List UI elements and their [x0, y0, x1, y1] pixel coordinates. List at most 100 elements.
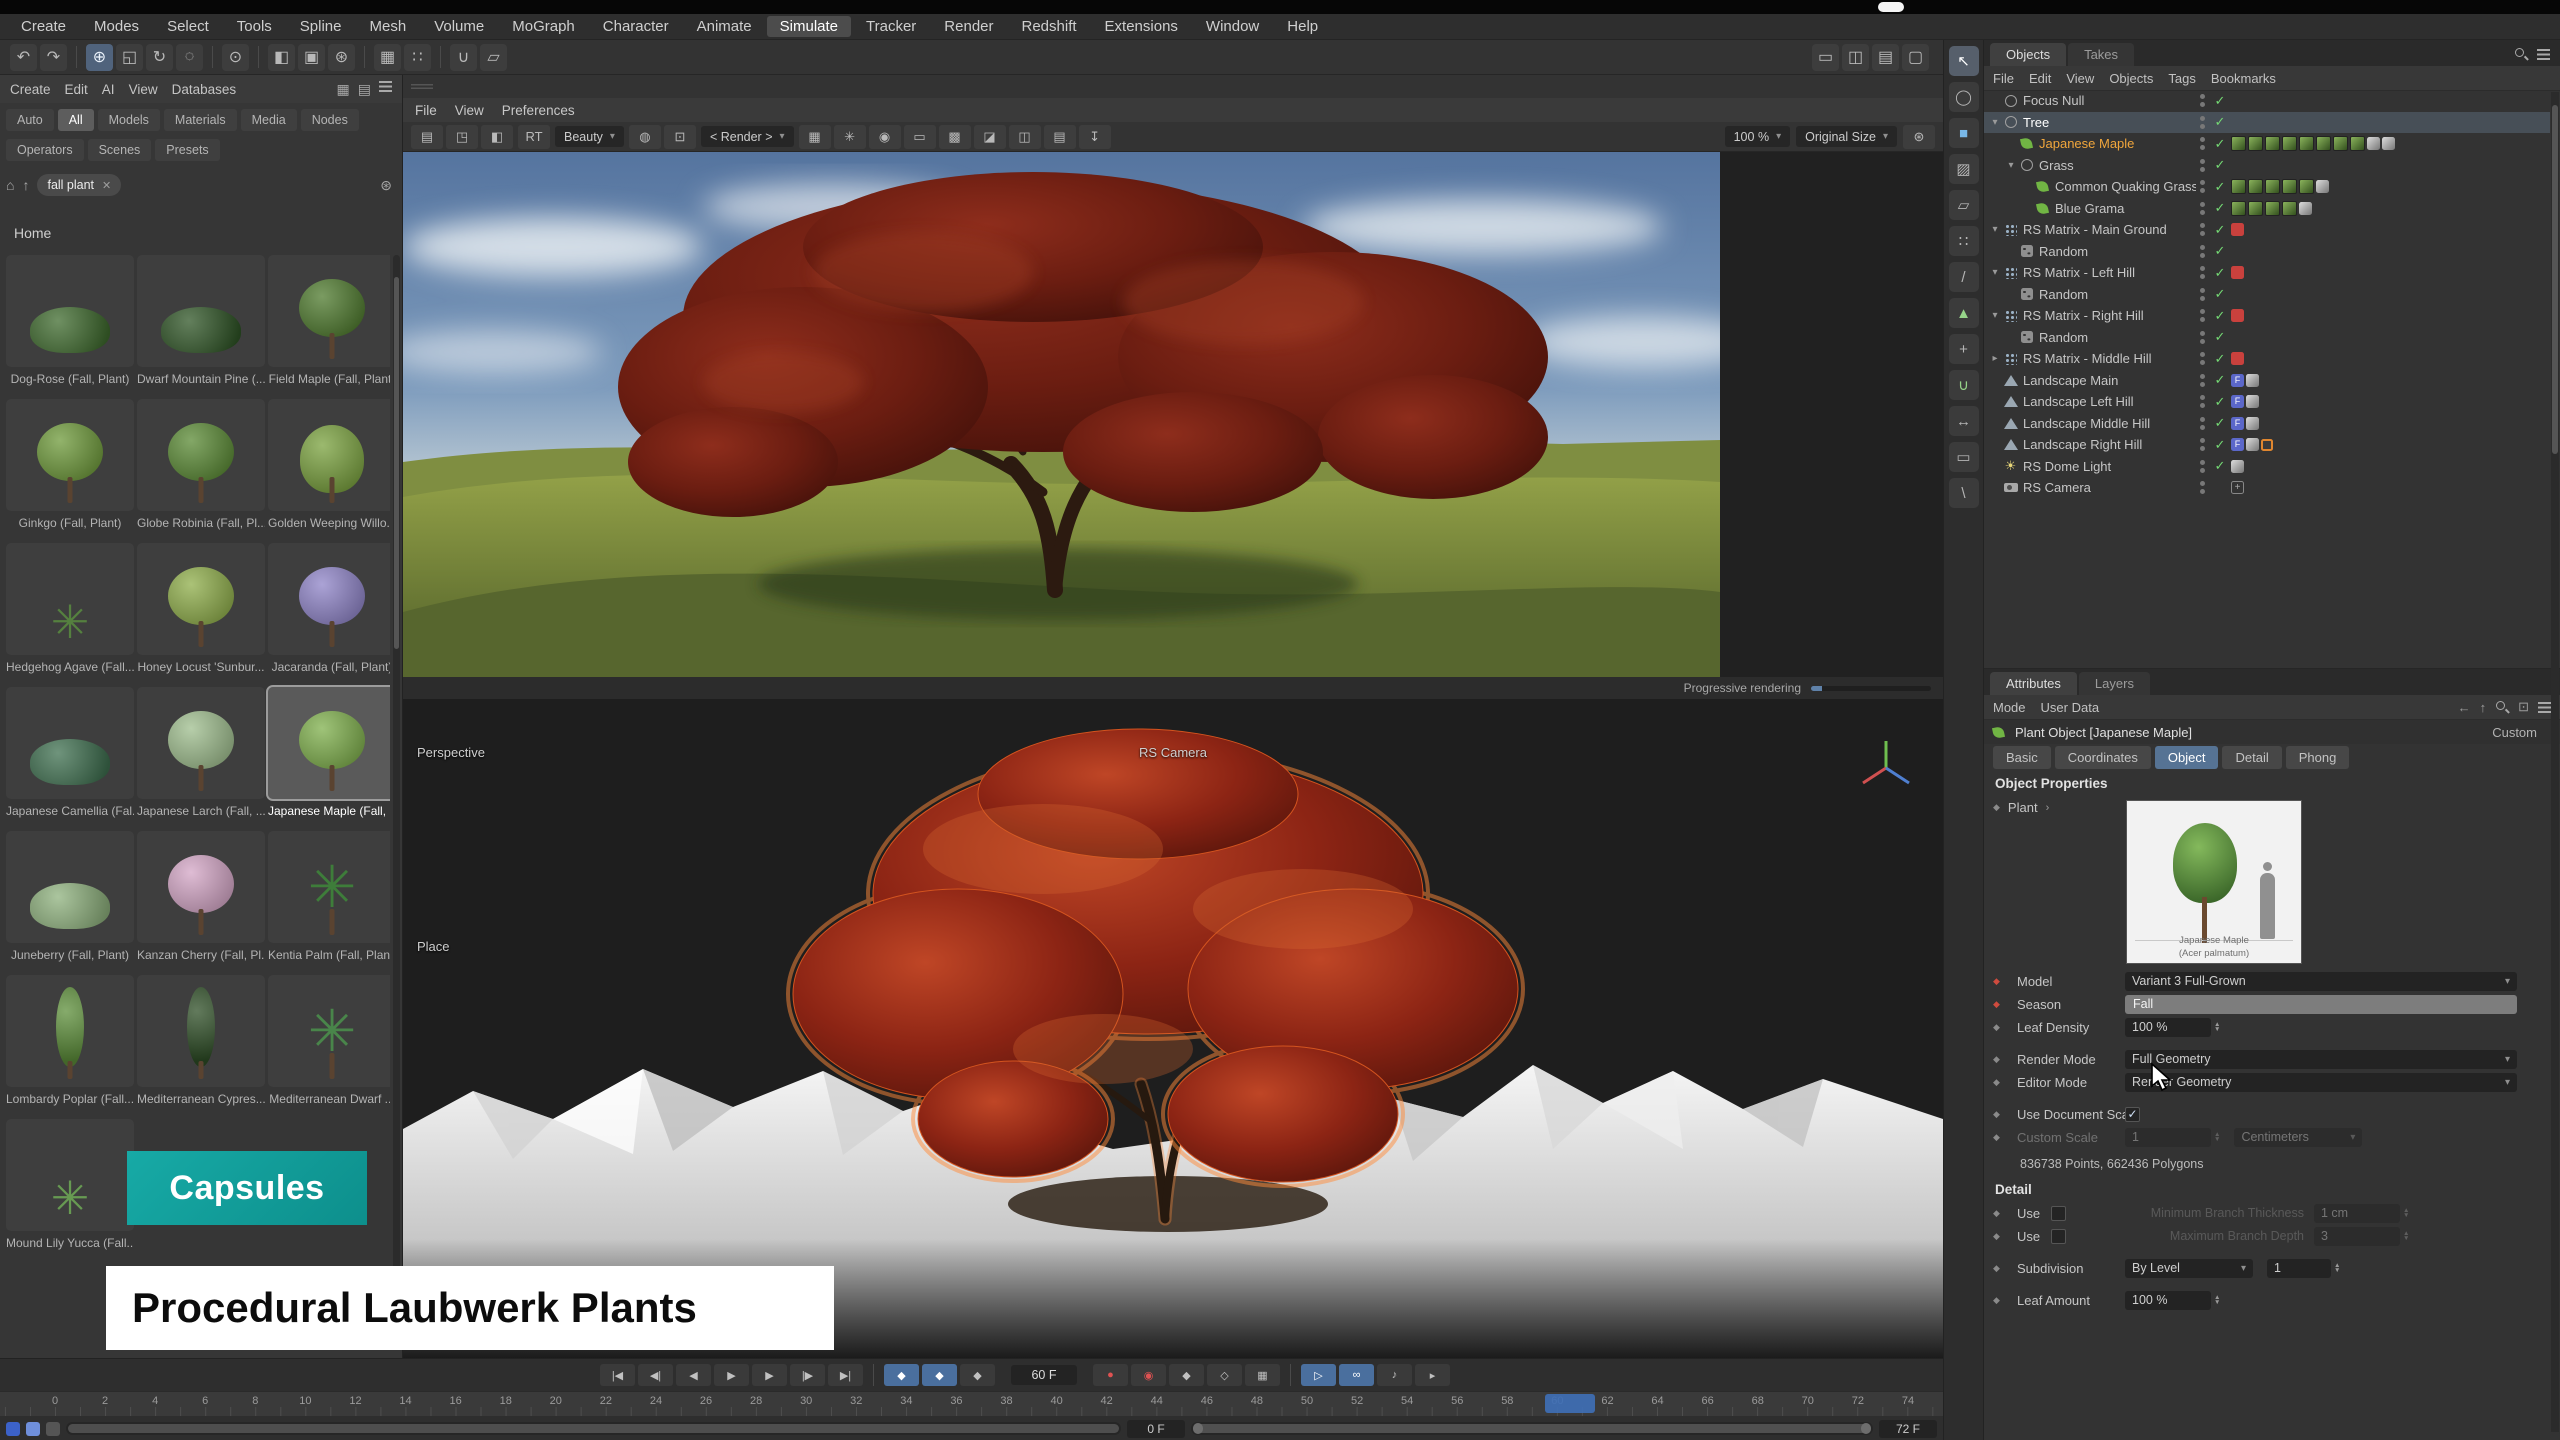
om-menu-edit[interactable]: Edit — [2029, 71, 2051, 86]
menu-tools[interactable]: Tools — [224, 16, 285, 37]
attr-tab-detail[interactable]: Detail — [2222, 746, 2281, 769]
asset-item-dwarf-mountain-pine[interactable]: Dwarf Mountain Pine (... — [137, 255, 265, 387]
enabled-check-icon[interactable]: ✓ — [2209, 286, 2231, 302]
attr-value-subdivision-mode[interactable]: By Level▾ — [2125, 1259, 2253, 1278]
visibility-dots[interactable] — [2196, 245, 2209, 258]
asset-item-mound-lily-yucca-fall[interactable]: ✳Mound Lily Yucca (Fall... — [6, 1119, 134, 1251]
category-tab-scenes[interactable]: Scenes — [88, 139, 152, 161]
texture-tag-icon[interactable] — [2246, 395, 2259, 408]
asset-scrollbar[interactable] — [393, 255, 400, 1350]
filter-tab-auto[interactable]: Auto — [6, 109, 54, 131]
record-parameter-button[interactable]: ◇ — [1207, 1364, 1242, 1386]
menu-select[interactable]: Select — [154, 16, 222, 37]
spinner-arrows[interactable]: ▲▼ — [2214, 1132, 2220, 1143]
plant-preview-thumbnail[interactable]: Japanese Maple (Acer palmatum) — [2126, 800, 2302, 964]
sound-toggle-button[interactable]: ♪ — [1377, 1364, 1412, 1386]
camera-name-label[interactable]: RS Camera — [1139, 745, 1207, 760]
current-frame-field[interactable]: 60 F — [1011, 1365, 1077, 1385]
material-swatch[interactable] — [2231, 136, 2246, 151]
asset-item-hedgehog-agave-fall[interactable]: ✳Hedgehog Agave (Fall... — [6, 543, 134, 675]
spin-down-icon[interactable]: ▼ — [2214, 1027, 2220, 1033]
filter-tab-media[interactable]: Media — [241, 109, 297, 131]
material-swatch[interactable] — [2265, 201, 2280, 216]
aov-select[interactable]: Beauty ▾ — [555, 126, 624, 147]
redshift-tag-icon[interactable] — [2231, 309, 2244, 322]
category-tab-presets[interactable]: Presets — [155, 139, 219, 161]
attr-value-custom-scale[interactable]: 1 — [2125, 1128, 2211, 1147]
enabled-check-icon[interactable]: ✓ — [2209, 222, 2231, 238]
range-start-field[interactable]: 0 F — [1127, 1420, 1185, 1438]
polygons-mode-icon[interactable]: ▲ — [1949, 298, 1979, 328]
visibility-dots[interactable] — [2196, 137, 2209, 150]
panel-menu-icon[interactable] — [2538, 702, 2551, 713]
zoom-select[interactable]: 100 % ▾ — [1725, 126, 1790, 147]
asset-item-globe-robinia-fall-pl[interactable]: Globe Robinia (Fall, Pl... — [137, 399, 265, 531]
spin-down-icon[interactable]: ▼ — [2214, 1300, 2220, 1306]
rt-toggle-button[interactable]: RT — [518, 125, 550, 149]
render-camera-select[interactable]: < Render > ▾ — [701, 126, 794, 147]
redshift-tag-icon[interactable] — [2231, 266, 2244, 279]
menu-mograph[interactable]: MoGraph — [499, 16, 588, 37]
asset-item-field-maple-fall-plant[interactable]: Field Maple (Fall, Plant) — [268, 255, 390, 387]
filter-tab-materials[interactable]: Materials — [164, 109, 237, 131]
timeline-ruler[interactable]: 0246810121416182022242628303234363840424… — [0, 1391, 1943, 1416]
spinner-arrows[interactable]: ▲▼ — [2334, 1263, 2340, 1274]
scrollbar-thumb[interactable] — [2552, 105, 2558, 453]
folder-up-icon[interactable]: ↑ — [22, 177, 29, 193]
keyframe-dot[interactable]: ◆ — [1993, 1077, 2017, 1088]
asset-item-kentia-palm-fall-plant[interactable]: ✳Kentia Palm (Fall, Plant) — [268, 831, 390, 963]
list-view-icon[interactable]: ▤ — [358, 81, 371, 98]
size-select[interactable]: Original Size ▾ — [1796, 126, 1897, 147]
filter-tab-nodes[interactable]: Nodes — [301, 109, 359, 131]
render-settings-icon[interactable]: ⊛ — [328, 44, 355, 71]
texture-tag-icon[interactable] — [2316, 180, 2329, 193]
material-swatch[interactable] — [2248, 179, 2263, 194]
keyframe-dot[interactable]: ◆ — [1993, 1022, 2017, 1033]
search-settings-icon[interactable]: ⊛ — [380, 177, 392, 194]
spinner-arrows[interactable]: ▲▼ — [2403, 1208, 2409, 1219]
enabled-check-icon[interactable]: ✓ — [2209, 157, 2231, 173]
range-end-field[interactable]: 72 F — [1879, 1420, 1937, 1438]
layer-color-icon[interactable] — [26, 1422, 40, 1436]
tab-attributes[interactable]: Attributes — [1990, 672, 2077, 695]
perspective-viewport[interactable]: Perspective RS Camera Place — [403, 699, 1943, 1358]
search-input[interactable]: fall plant — [47, 178, 94, 192]
attr-checkbox-use-document-scale[interactable]: ✓ — [2125, 1107, 2140, 1122]
rendered-image-view[interactable] — [403, 152, 1943, 677]
axis-gizmo-icon[interactable] — [1851, 733, 1921, 803]
object-row-landscape-middle-hill[interactable]: Landscape Middle Hill✓F — [1984, 413, 2550, 435]
texture-tag-icon[interactable] — [2231, 460, 2244, 473]
filter-stars-icon[interactable]: ✳ — [834, 125, 866, 149]
asset-item-golden-weeping-willo[interactable]: Golden Weeping Willo... — [268, 399, 390, 531]
annotation-tool-icon[interactable]: ▭ — [1949, 442, 1979, 472]
enabled-check-icon[interactable]: ✓ — [2209, 179, 2231, 195]
keyframe-dot[interactable]: ◆ — [1993, 1208, 2017, 1219]
keyframe-dot[interactable]: ◆ — [1993, 1295, 2017, 1306]
menu-redshift[interactable]: Redshift — [1009, 16, 1090, 37]
workplane-mode-icon[interactable]: ▱ — [1949, 190, 1979, 220]
material-swatch[interactable] — [2350, 136, 2365, 151]
globe-icon[interactable]: ◍ — [629, 125, 661, 149]
select-tool-icon[interactable]: ↖ — [1949, 46, 1979, 76]
edges-mode-icon[interactable]: / — [1949, 262, 1979, 292]
layout-panel-icon[interactable]: ▤ — [1872, 44, 1899, 71]
lock-small-icon[interactable]: ⊡ — [664, 125, 696, 149]
keyframe-dot[interactable]: ◆ — [1993, 1054, 2017, 1065]
material-swatch[interactable] — [2316, 136, 2331, 151]
texture-tag-icon[interactable] — [2246, 417, 2259, 430]
panel-scrollbar[interactable] — [2551, 92, 2559, 1432]
material-swatch[interactable] — [2265, 136, 2280, 151]
playback-preview-button[interactable]: ▷ — [1301, 1364, 1336, 1386]
redshift-tag-icon[interactable] — [2231, 352, 2244, 365]
texture-tag-icon[interactable] — [2367, 137, 2380, 150]
menu-spline[interactable]: Spline — [287, 16, 355, 37]
enabled-check-icon[interactable]: ✓ — [2209, 114, 2231, 130]
scale-icon[interactable]: ◱ — [116, 44, 143, 71]
search-icon[interactable] — [2514, 47, 2528, 61]
keyframe-dot[interactable]: ◆ — [1993, 1109, 2017, 1120]
timeline-scrollbar[interactable] — [66, 1422, 1121, 1435]
view-settings-icon[interactable]: ⊛ — [1903, 125, 1935, 149]
object-row-rs-matrix-middle-hill[interactable]: ▸RS Matrix - Middle Hill✓ — [1984, 348, 2550, 370]
asset-item-dog-rose-fall-plant[interactable]: Dog-Rose (Fall, Plant) — [6, 255, 134, 387]
object-row-grass[interactable]: ▾Grass✓ — [1984, 155, 2550, 177]
